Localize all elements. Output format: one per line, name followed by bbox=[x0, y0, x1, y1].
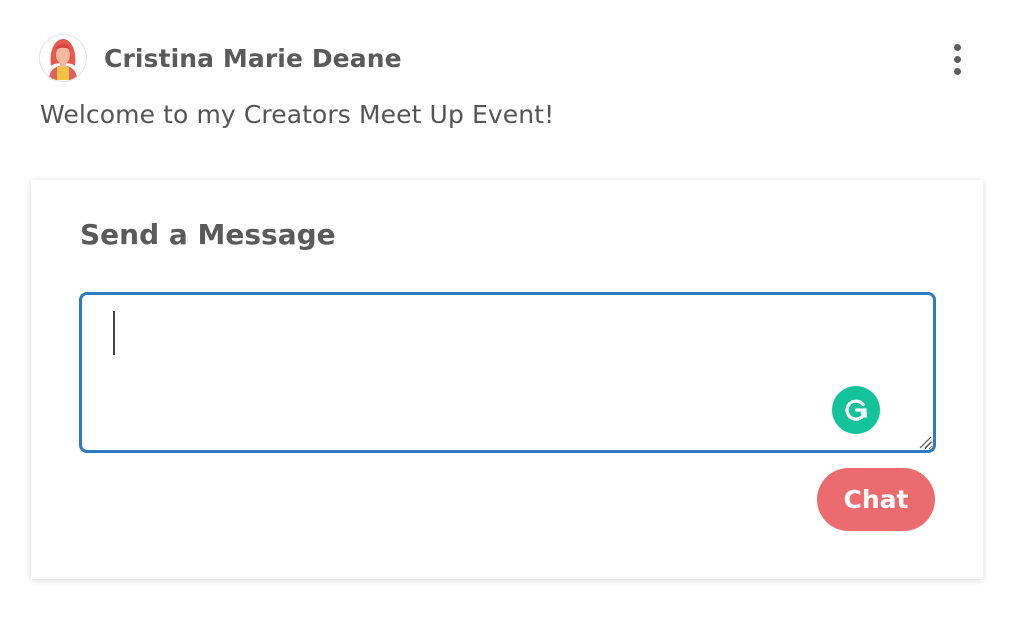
avatar[interactable] bbox=[39, 34, 87, 82]
chat-button[interactable]: Chat bbox=[817, 468, 935, 531]
welcome-text: Welcome to my Creators Meet Up Event! bbox=[40, 100, 555, 129]
more-options-button[interactable] bbox=[942, 41, 972, 77]
more-vertical-icon bbox=[953, 43, 961, 75]
text-caret bbox=[113, 311, 115, 355]
user-avatar-icon bbox=[49, 39, 77, 80]
resize-handle-icon[interactable] bbox=[918, 435, 932, 449]
grammarly-g-glyph bbox=[845, 399, 867, 421]
grammarly-icon[interactable] bbox=[832, 386, 880, 434]
page: Cristina Marie Deane Welcome to my Creat… bbox=[0, 0, 1032, 620]
message-input[interactable] bbox=[79, 292, 936, 453]
message-card: Send a Message Chat bbox=[31, 180, 983, 579]
post-header: Cristina Marie Deane bbox=[39, 33, 972, 83]
message-field-wrapper bbox=[79, 292, 936, 453]
author-name: Cristina Marie Deane bbox=[104, 43, 402, 73]
card-title: Send a Message bbox=[80, 218, 336, 251]
